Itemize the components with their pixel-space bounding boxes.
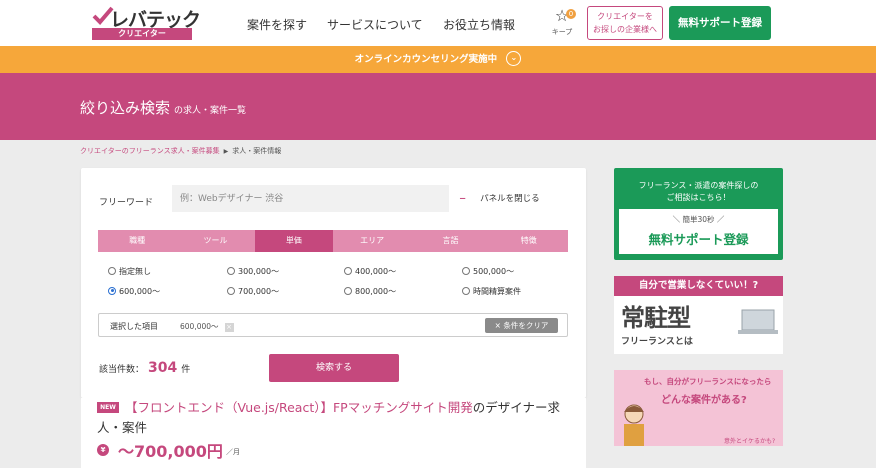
- company-button-line2: お探しの企業様へ: [593, 25, 657, 34]
- price-option-label: 時間精算案件: [473, 287, 521, 296]
- radio-checked-icon: [108, 286, 116, 295]
- page-hero: 絞り込み検索 の求人・案件一覧: [0, 73, 876, 140]
- nav-about-service[interactable]: サービスについて: [327, 16, 423, 33]
- price-option[interactable]: 指定無し: [108, 266, 151, 277]
- freeword-input[interactable]: [172, 185, 449, 212]
- laptop-icon: [738, 309, 778, 334]
- page-title-main: 絞り込み検索: [80, 99, 171, 117]
- counseling-banner[interactable]: オンラインカウンセリング実施中 ⌄: [0, 46, 876, 73]
- site-logo[interactable]: レバテック クリエイター: [92, 6, 201, 40]
- result-count: 該当件数： 304 件: [99, 360, 190, 376]
- clear-conditions-button[interactable]: × 条件をクリア: [485, 318, 558, 333]
- price-option-label: 300,000〜: [238, 267, 280, 276]
- selected-items-label: 選択した項目: [110, 322, 158, 331]
- nav-find-jobs[interactable]: 案件を探す: [247, 16, 307, 33]
- tab-language[interactable]: 言語: [411, 230, 489, 252]
- result-count-unit: 件: [181, 365, 191, 375]
- price-option-label: 400,000〜: [355, 267, 397, 276]
- price-option[interactable]: 300,000〜: [227, 266, 279, 277]
- search-panel: フリーワード − パネルを閉じる 職種 ツール 単価 エリア 言語 特徴 指定無し…: [81, 168, 586, 398]
- banner-text: オンラインカウンセリング実施中: [354, 54, 498, 65]
- tab-feature[interactable]: 特徴: [490, 230, 568, 252]
- close-panel-label: パネルを閉じる: [480, 194, 540, 204]
- search-button[interactable]: 検索する: [269, 354, 399, 382]
- radio-icon: [227, 286, 235, 295]
- person-illustration-icon: [624, 404, 644, 446]
- freelance-banner-line3: 意外とイケるかも?: [724, 438, 776, 445]
- tab-area[interactable]: エリア: [333, 230, 411, 252]
- close-panel-button[interactable]: − パネルを閉じる: [459, 192, 540, 204]
- resident-banner-title: 常駐型: [621, 304, 691, 332]
- tab-price[interactable]: 単価: [254, 230, 333, 252]
- yen-icon: ¥: [97, 444, 109, 456]
- support-banner-small: ＼ 簡単30秒 ／: [672, 215, 725, 224]
- site-header: レバテック クリエイター 案件を探す サービスについて お役立ち情報 ☆ 0 キ…: [0, 0, 876, 46]
- radio-icon: [108, 266, 116, 275]
- keep-label: キープ: [551, 28, 573, 36]
- company-button-line1: クリエイターを: [597, 12, 653, 21]
- logo-subtitle: クリエイター: [92, 28, 192, 40]
- freelance-banner-line2: どんな案件がある?: [661, 395, 747, 406]
- price-option[interactable]: 800,000〜: [344, 286, 396, 297]
- price-option[interactable]: 600,000〜: [108, 286, 160, 297]
- freeword-label: フリーワード: [99, 198, 154, 208]
- support-banner-line2: ご相談はこちら！: [666, 193, 731, 202]
- breadcrumb-current: 求人・案件情報: [232, 147, 282, 155]
- price-option-label: 500,000〜: [473, 267, 515, 276]
- selected-item-chip: 600,000〜 ×: [180, 321, 234, 332]
- resident-freelance-banner[interactable]: 自分で営業しなくていい！? 常駐型 フリーランスとは: [614, 276, 783, 354]
- price-option-label: 700,000〜: [238, 287, 280, 296]
- tab-tool[interactable]: ツール: [176, 230, 254, 252]
- job-price: 〜700,000円: [118, 442, 223, 461]
- result-count-label: 該当件数：: [99, 365, 145, 375]
- support-banner-cta[interactable]: ＼ 簡単30秒 ／ 無料サポート登録: [619, 209, 778, 254]
- filter-tabs: 職種 ツール 単価 エリア 言語 特徴: [98, 230, 568, 252]
- freelance-banner-line1: もし、自分がフリーランスになったら: [644, 377, 772, 386]
- radio-icon: [344, 286, 352, 295]
- support-banner-text: フリーランス・派遣の案件探しの ご相談はこちら！: [614, 180, 783, 204]
- minus-icon: −: [459, 194, 467, 204]
- job-price-unit: ／月: [226, 448, 240, 456]
- keep-count-badge: 0: [566, 9, 576, 19]
- radio-icon: [227, 266, 235, 275]
- job-title[interactable]: 【フロントエンド（Vue.js/React）】FPマッチングサイト開発のデザイナ…: [97, 398, 572, 438]
- radio-icon: [462, 286, 470, 295]
- resident-banner-head: 自分で営業しなくていい！?: [614, 276, 783, 296]
- result-count-number: 304: [148, 360, 178, 376]
- support-banner-line1: フリーランス・派遣の案件探しの: [638, 181, 759, 190]
- freelance-jobs-banner[interactable]: もし、自分がフリーランスになったら どんな案件がある? 意外とイケるかも?: [614, 370, 783, 446]
- keep-button[interactable]: ☆ 0 キープ: [549, 7, 576, 39]
- support-banner-big: 無料サポート登録: [648, 232, 749, 247]
- page-title-sub: の求人・案件一覧: [174, 106, 247, 116]
- price-option-label: 800,000〜: [355, 287, 397, 296]
- radio-icon: [462, 266, 470, 275]
- nav-useful-info[interactable]: お役立ち情報: [443, 16, 515, 33]
- breadcrumb-separator-icon: ▶: [223, 148, 229, 155]
- job-card: 【フロントエンド（Vue.js/React）】FPマッチングサイト開発のデザイナ…: [81, 398, 586, 468]
- breadcrumb-link[interactable]: クリエイターのフリーランス求人・案件募集: [80, 147, 220, 155]
- register-button[interactable]: 無料サポート登録: [669, 6, 771, 40]
- selected-item-value: 600,000〜: [180, 322, 219, 331]
- price-option-label: 600,000〜: [119, 287, 161, 296]
- new-badge: NEW: [97, 402, 119, 413]
- selected-items-box: 選択した項目 600,000〜 × × 条件をクリア: [98, 313, 568, 337]
- breadcrumb: クリエイターのフリーランス求人・案件募集 ▶ 求人・案件情報: [80, 146, 281, 156]
- radio-icon: [344, 266, 352, 275]
- company-button[interactable]: クリエイターを お探しの企業様へ: [587, 6, 663, 40]
- support-register-banner[interactable]: フリーランス・派遣の案件探しの ご相談はこちら！ ＼ 簡単30秒 ／ 無料サポー…: [614, 168, 783, 260]
- price-option-label: 指定無し: [119, 267, 151, 276]
- resident-banner-subtitle: フリーランスとは: [621, 337, 693, 347]
- chevron-down-icon: ⌄: [506, 50, 522, 66]
- tab-job-type[interactable]: 職種: [98, 230, 176, 252]
- price-option[interactable]: 500,000〜: [462, 266, 514, 277]
- job-title-link[interactable]: 【フロントエンド（Vue.js/React）】FPマッチングサイト開発: [125, 400, 473, 415]
- price-option[interactable]: 700,000〜: [227, 286, 279, 297]
- price-option[interactable]: 400,000〜: [344, 266, 396, 277]
- remove-chip-icon[interactable]: ×: [224, 322, 234, 332]
- page-title: 絞り込み検索 の求人・案件一覧: [80, 97, 246, 118]
- price-option[interactable]: 時間精算案件: [462, 286, 521, 297]
